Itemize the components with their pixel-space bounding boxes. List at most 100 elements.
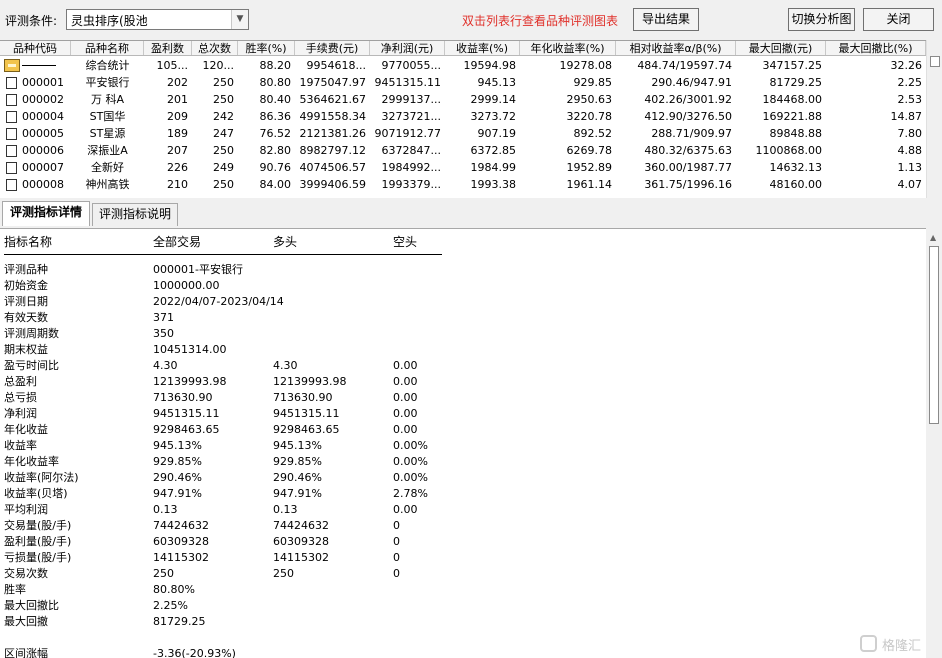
metric-row: 盈利量(股/手) 60309328 60309328 0: [0, 534, 926, 550]
tab-metric-details[interactable]: 评测指标详情: [2, 201, 90, 226]
cell-name: 全新好: [91, 161, 124, 174]
condition-select[interactable]: 灵虫排序(股池 ▼: [66, 9, 249, 30]
metric-detail-panel: 指标名称 全部交易 多头 空头 评测品种 000001-平安银行 初始资金 10000…: [0, 228, 926, 658]
column-header[interactable]: 手续费(元): [295, 41, 370, 55]
metric-long: 0.13: [273, 503, 298, 516]
cell-maxdd: 81729.25: [769, 76, 823, 89]
cell-maxdd: 1100868.00: [755, 144, 822, 157]
cell-ret: 907.19: [477, 127, 517, 140]
column-header[interactable]: 品种名称: [71, 41, 144, 55]
metric-all: 290.46%: [153, 471, 202, 484]
cell-win: 207: [167, 144, 188, 157]
cell-code: 000005: [22, 127, 64, 140]
metric-row: 总亏损 713630.90 713630.90 0.00: [0, 390, 926, 406]
metric-long: 74424632: [273, 519, 329, 532]
metric-short: 0: [393, 519, 400, 532]
table-row[interactable]: 000008 神州高铁 210 250 84.00 3999406.59 1993379..…: [0, 176, 926, 193]
column-header[interactable]: 年化收益率(%): [520, 41, 616, 55]
metric-row: 有效天数 371: [0, 310, 926, 326]
metric-short: 0.00: [393, 391, 418, 404]
column-header[interactable]: 净利润(元): [370, 41, 445, 55]
column-header[interactable]: 品种代码: [0, 41, 71, 55]
metric-row: 盈亏时间比 4.30 4.30 0.00: [0, 358, 926, 374]
chevron-down-icon[interactable]: ▼: [231, 10, 248, 29]
metric-all: 10451314.00: [153, 343, 227, 356]
table-row[interactable]: 000007 全新好 226 249 90.76 4074506.57 1984992...…: [0, 159, 926, 176]
metric-name: 收益率(贝塔): [4, 487, 68, 500]
cell-name: 深振业A: [87, 144, 128, 157]
column-header[interactable]: 盈利数: [144, 41, 192, 55]
summary-row[interactable]: 综合统计 105... 120... 88.20 9954618... 9770055..…: [0, 57, 926, 74]
cell-total: 250: [213, 93, 234, 106]
cell-rel: 290.46/947.91: [651, 76, 732, 89]
cell-code: 000004: [22, 110, 64, 123]
metric-name: 年化收益: [4, 423, 48, 436]
cell-win: 201: [167, 93, 188, 106]
cell-name: ST国华: [89, 110, 126, 123]
column-header-short: 空头: [393, 235, 418, 249]
cell-rate: 90.76: [259, 161, 292, 174]
metric-all: 12139993.98: [153, 375, 227, 388]
column-header[interactable]: 最大回撤(元): [736, 41, 826, 55]
scroll-up-icon[interactable]: ▲: [930, 233, 936, 242]
metric-all: 2022/04/07-2023/04/14: [153, 295, 284, 308]
cell-rel: 480.32/6375.63: [644, 144, 732, 157]
table-row[interactable]: 000006 深振业A 207 250 82.80 8982797.12 6372847..…: [0, 142, 926, 159]
metric-row: 年化收益率 929.85% 929.85% 0.00%: [0, 454, 926, 470]
cell-rel: 288.71/909.97: [651, 127, 732, 140]
cell-fee: 8982797.12: [299, 144, 366, 157]
scrollbar-thumb[interactable]: [929, 246, 939, 424]
metric-row: 评测周期数 350: [0, 326, 926, 342]
metric-short: 0: [393, 551, 400, 564]
table-row[interactable]: 000001 平安银行 202 250 80.80 1975047.97 9451315.1…: [0, 74, 926, 91]
metric-row: 区间涨幅 -3.36(-20.93%): [0, 646, 926, 658]
close-button[interactable]: 关闭: [863, 8, 934, 31]
metric-name: 评测日期: [4, 295, 48, 308]
cell-maxdd: 169221.88: [762, 110, 823, 123]
metric-name: 初始资金: [4, 279, 48, 292]
metric-row: 净利润 9451315.11 9451315.11 0.00: [0, 406, 926, 422]
metric-all: 74424632: [153, 519, 209, 532]
switch-chart-button[interactable]: 切换分析图: [788, 8, 855, 31]
cell-profit: 2999137...: [381, 93, 441, 106]
table-header: 品种代码 品种名称 盈利数 总次数 胜率(%) 手续费(元) 净利润(元) 收益…: [0, 41, 926, 56]
column-header[interactable]: 总次数: [192, 41, 238, 55]
table-row[interactable]: 000004 ST国华 209 242 86.36 4991558.34 3273721..…: [0, 108, 926, 125]
toolbar: 评测条件: 灵虫排序(股池 ▼ 双击列表行查看品种评测图表 导出结果 切换分析图…: [0, 0, 942, 40]
cell-ddratio: 2.25: [897, 76, 923, 89]
cell-rate: 80.80: [259, 76, 292, 89]
metric-name: 平均利润: [4, 503, 48, 516]
condition-label: 评测条件:: [5, 14, 58, 28]
cell-ret: 19594.98: [463, 59, 517, 72]
column-header[interactable]: 收益率(%): [445, 41, 520, 55]
metric-short: 0.00%: [393, 471, 428, 484]
metric-name: 亏损量(股/手): [4, 551, 72, 564]
metric-row: 交易次数 250 250 0: [0, 566, 926, 582]
cell-name: 万 科A: [90, 93, 125, 106]
table-scrollbar[interactable]: [926, 40, 942, 198]
column-header-all: 全部交易: [153, 235, 202, 249]
cell-win: 202: [167, 76, 188, 89]
table-row[interactable]: 000002 万 科A 201 250 80.40 5364621.67 2999137..…: [0, 91, 926, 108]
detail-scrollbar[interactable]: ▲: [926, 228, 942, 658]
metric-name: 收益率: [4, 439, 37, 452]
metric-row: 胜率 80.80%: [0, 582, 926, 598]
metric-name: 评测品种: [4, 263, 48, 276]
scrollbar-thumb[interactable]: [930, 56, 940, 67]
column-header[interactable]: 相对收益率α/β(%): [616, 41, 736, 55]
cell-total: 247: [213, 127, 234, 140]
cell-fee: 4991558.34: [299, 110, 366, 123]
column-header[interactable]: 最大回撤比(%): [826, 41, 926, 55]
metric-name: 总盈利: [4, 375, 37, 388]
cell-rel: 360.00/1987.77: [644, 161, 732, 174]
cell-annual: 929.85: [573, 76, 613, 89]
cell-annual: 2950.63: [566, 93, 613, 106]
cell-profit: 1993379...: [381, 178, 441, 191]
tab-metric-description[interactable]: 评测指标说明: [92, 203, 178, 226]
metric-all: 81729.25: [153, 615, 206, 628]
export-button[interactable]: 导出结果: [633, 8, 699, 31]
column-header[interactable]: 胜率(%): [238, 41, 295, 55]
cell-annual: 3220.78: [566, 110, 613, 123]
metric-all: 947.91%: [153, 487, 202, 500]
table-row[interactable]: 000005 ST星源 189 247 76.52 2121381.26 9071912.7…: [0, 125, 926, 142]
